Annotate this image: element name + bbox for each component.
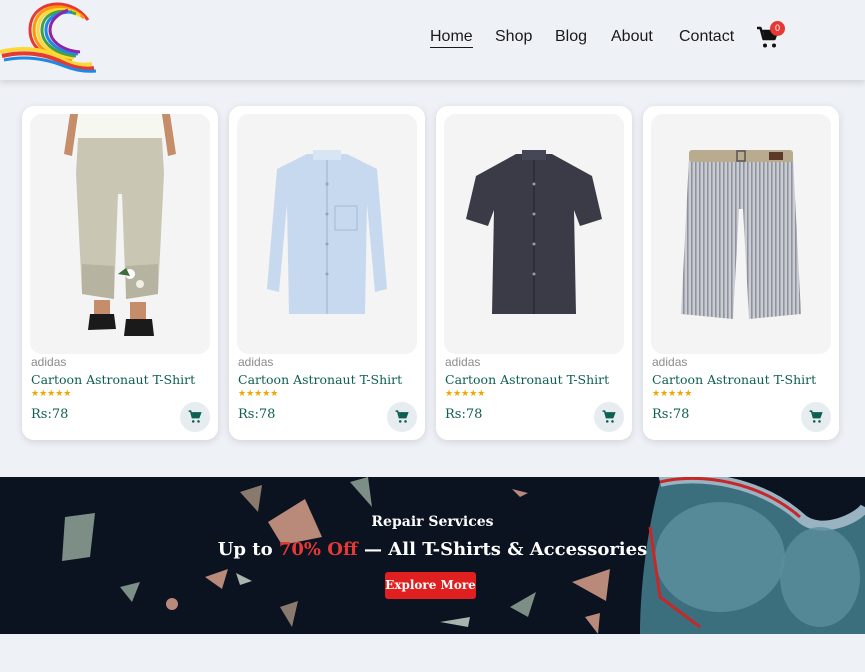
explore-more-button[interactable]: Explore More (385, 572, 476, 599)
star-rating-icon: ★★★★★ (445, 389, 486, 399)
nav-item-about[interactable]: About (611, 28, 653, 46)
banner-subtitle: Repair Services (371, 514, 494, 530)
product-brand: adidas (31, 355, 67, 369)
cart-icon (809, 410, 823, 423)
site-header: Home Shop Blog About Contact 0 (0, 0, 865, 80)
product-brand: adidas (445, 355, 481, 369)
product-brand: adidas (238, 355, 274, 369)
product-price: Rs:78 (31, 407, 69, 422)
banner-headline: Up to 70% Off — All T-Shirts & Accessori… (0, 539, 865, 560)
headline-suffix: — All T-Shirts & Accessories (357, 539, 648, 560)
nav-item-home[interactable]: Home (430, 28, 473, 48)
product-image-dark-shirt[interactable] (444, 114, 624, 354)
product-grid: adidas Cartoon Astronaut T-Shirt ★★★★★ R… (22, 106, 840, 440)
product-price: Rs:78 (238, 407, 276, 422)
product-image-striped-shorts[interactable] (651, 114, 831, 354)
discount-highlight: 70% Off (278, 539, 358, 560)
cart-icon (602, 410, 616, 423)
promo-banner: Repair Services Up to 70% Off — All T-Sh… (0, 477, 865, 634)
brand-logo[interactable] (0, 0, 100, 78)
cart-icon (395, 410, 409, 423)
product-card[interactable]: adidas Cartoon Astronaut T-Shirt ★★★★★ R… (436, 106, 632, 440)
product-title[interactable]: Cartoon Astronaut T-Shirt (652, 372, 816, 387)
cart-icon (188, 410, 202, 423)
product-card[interactable]: adidas Cartoon Astronaut T-Shirt ★★★★★ R… (643, 106, 839, 440)
nav-item-blog[interactable]: Blog (555, 28, 587, 46)
nav-item-contact[interactable]: Contact (679, 28, 734, 46)
product-brand: adidas (652, 355, 688, 369)
product-price: Rs:78 (652, 407, 690, 422)
product-image-blue-shirt[interactable] (237, 114, 417, 354)
add-to-cart-button[interactable] (801, 402, 831, 432)
product-price: Rs:78 (445, 407, 483, 422)
add-to-cart-button[interactable] (387, 402, 417, 432)
product-image-linen-pants[interactable] (30, 114, 210, 354)
add-to-cart-button[interactable] (594, 402, 624, 432)
headline-prefix: Up to (217, 539, 279, 560)
product-card[interactable]: adidas Cartoon Astronaut T-Shirt ★★★★★ R… (229, 106, 425, 440)
product-title[interactable]: Cartoon Astronaut T-Shirt (238, 372, 402, 387)
add-to-cart-button[interactable] (180, 402, 210, 432)
nav-item-shop[interactable]: Shop (495, 28, 532, 46)
star-rating-icon: ★★★★★ (238, 389, 279, 399)
product-title[interactable]: Cartoon Astronaut T-Shirt (445, 372, 609, 387)
product-title[interactable]: Cartoon Astronaut T-Shirt (31, 372, 195, 387)
star-rating-icon: ★★★★★ (31, 389, 72, 399)
star-rating-icon: ★★★★★ (652, 389, 693, 399)
product-card[interactable]: adidas Cartoon Astronaut T-Shirt ★★★★★ R… (22, 106, 218, 440)
cart-count-badge: 0 (770, 21, 785, 36)
